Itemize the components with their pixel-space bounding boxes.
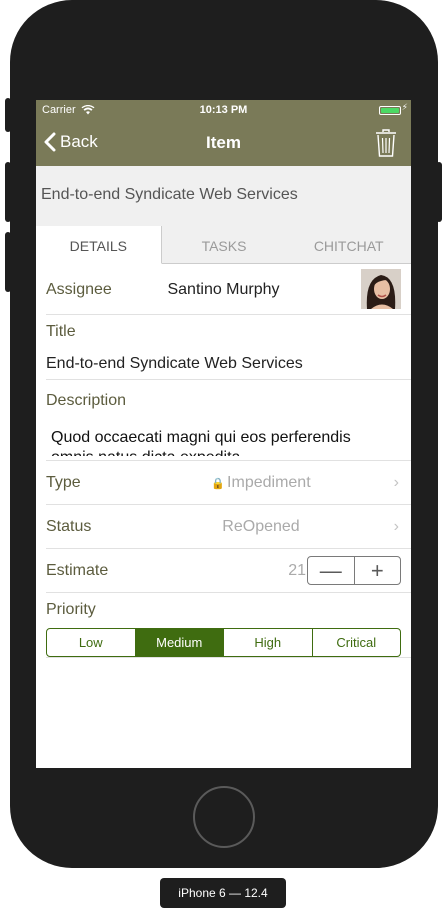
title-field[interactable]: End-to-end Syndicate Web Services: [46, 355, 303, 373]
title-row: Title End-to-end Syndicate Web Services: [46, 315, 411, 380]
battery-icon: [379, 106, 401, 115]
charging-icon: ⚡: [401, 102, 408, 112]
tab-bar: DETAILS TASKS CHITCHAT: [36, 226, 411, 264]
type-row[interactable]: Type 🔒 Impediment ›: [46, 461, 411, 505]
status-value: ReOpened: [222, 518, 300, 535]
estimate-value: 21: [288, 562, 306, 579]
tab-tasks[interactable]: TASKS: [162, 226, 287, 263]
assignee-row[interactable]: Assignee Santino Murphy: [46, 264, 411, 315]
tab-details[interactable]: DETAILS: [36, 226, 162, 264]
priority-label: Priority: [46, 601, 96, 618]
priority-segmented-control: Low Medium High Critical: [46, 628, 401, 657]
status-bar: Carrier 10:13 PM ⚡: [36, 100, 411, 120]
power-button: [436, 162, 442, 222]
volume-down-button: [5, 232, 11, 292]
priority-row: Priority Low Medium High Critical: [46, 593, 411, 658]
status-time: 10:13 PM: [199, 104, 248, 116]
chevron-right-icon: ›: [393, 518, 399, 535]
title-label: Title: [46, 323, 76, 340]
priority-low[interactable]: Low: [47, 629, 135, 656]
estimate-stepper: — +: [307, 556, 401, 585]
status-row[interactable]: Status ReOpened ›: [46, 505, 411, 549]
mute-switch: [5, 98, 11, 132]
item-header: End-to-end Syndicate Web Services: [36, 166, 411, 226]
details-form: Assignee Santino Murphy Title End-to-end…: [36, 264, 411, 658]
avatar-image: [361, 269, 401, 309]
assignee-name: Santino Murphy: [167, 281, 280, 298]
description-label: Description: [46, 392, 127, 409]
increment-button[interactable]: +: [353, 557, 401, 584]
description-row: Description Quod occaecati magni qui eos…: [46, 380, 411, 461]
type-value: Impediment: [227, 474, 311, 491]
screen: Carrier 10:13 PM ⚡ Back Item End-to-end …: [36, 100, 411, 768]
decrement-button[interactable]: —: [308, 557, 354, 584]
navigation-bar: Back Item: [36, 120, 411, 166]
lock-icon: 🔒: [211, 478, 226, 490]
type-value-wrap: 🔒 Impediment: [176, 474, 346, 492]
priority-high[interactable]: High: [223, 629, 312, 656]
description-field[interactable]: Quod occaecati magni qui eos perferendis…: [51, 428, 381, 456]
device-label: iPhone 6 — 12.4: [160, 878, 286, 908]
estimate-label: Estimate: [46, 562, 109, 579]
tab-chitchat[interactable]: CHITCHAT: [286, 226, 411, 263]
priority-critical[interactable]: Critical: [311, 629, 401, 656]
home-button[interactable]: [193, 786, 255, 848]
trash-icon: [376, 129, 396, 157]
estimate-row: Estimate 21 — +: [46, 549, 411, 593]
volume-up-button: [5, 162, 11, 222]
status-label: Status: [46, 518, 92, 535]
avatar: [361, 269, 401, 309]
trash-button[interactable]: [375, 129, 397, 162]
nav-title: Item: [206, 133, 241, 152]
priority-medium[interactable]: Medium: [134, 629, 223, 656]
type-label: Type: [46, 474, 81, 491]
chevron-right-icon: ›: [393, 474, 399, 491]
